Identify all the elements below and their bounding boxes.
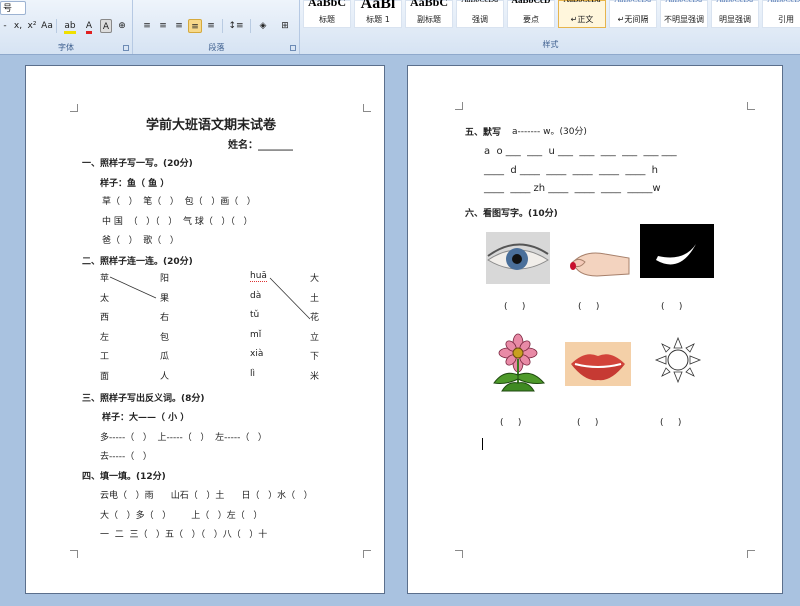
font-group-label: 字体 — [58, 43, 74, 52]
connect-line — [269, 277, 311, 320]
answer-blank: ( ) — [577, 418, 599, 428]
section4-row: 大（ ）多（ ） 上（ ）左（ ） — [100, 511, 263, 521]
align-left-icon[interactable]: ≡ — [140, 19, 154, 33]
moon-picture — [640, 224, 714, 278]
pinyin-row: ____ ____ zh ____ ____ ____ _____w — [484, 183, 661, 194]
style-2[interactable]: AaBl 标题 1 — [354, 0, 402, 28]
borders-icon[interactable]: ⊞ — [276, 19, 294, 33]
superscript-button[interactable]: x² — [26, 19, 38, 33]
subscript-button[interactable]: x, — [12, 19, 24, 33]
style-preview: AaBl — [360, 0, 396, 12]
line-spacing-icon[interactable]: ↕≡ — [226, 19, 246, 33]
crop-mark — [455, 102, 463, 110]
style-preview: AaBbCcDa — [763, 0, 800, 4]
style-name: 要点 — [523, 15, 539, 24]
style-8[interactable]: AaBbCcDa 不明显强调 — [660, 0, 708, 28]
char-shading-icon[interactable]: A — [100, 19, 112, 33]
styles-group-label: 样式 — [542, 40, 559, 49]
answer-blank: ( ) — [661, 302, 683, 312]
style-preview: AaBbC — [409, 0, 448, 9]
style-name: 不明显强调 — [664, 15, 704, 24]
font-size-box[interactable]: 号 — [0, 1, 26, 15]
style-name: 副标题 — [417, 15, 441, 24]
section6-heading: 六、看图写字。(10分) — [465, 209, 558, 219]
font-color-icon[interactable]: A — [82, 19, 96, 34]
style-name: 标题 1 — [366, 15, 390, 24]
style-10[interactable]: AaBbCcDa 引用 — [762, 0, 800, 28]
section4-heading: 四、填一填。(12分) — [82, 472, 166, 482]
distribute-icon[interactable]: ≡ — [204, 19, 218, 33]
style-preview: AaBbC — [307, 0, 346, 9]
answer-blank: ( ) — [500, 418, 522, 428]
style-preview: AaBbCcDa — [661, 0, 707, 4]
align-right-icon[interactable]: ≡ — [172, 19, 186, 33]
style-7[interactable]: AaBbCcDa ↵无间隔 — [609, 0, 657, 28]
flower-picture — [493, 333, 545, 392]
crop-mark — [747, 102, 755, 110]
answer-blank: ( ) — [578, 302, 600, 312]
style-name: 强调 — [472, 15, 488, 24]
style-name: ↵正文 — [570, 15, 594, 24]
crop-mark — [455, 550, 463, 558]
document-page-1[interactable]: 学前大班语文期末试卷 姓名：_______ 一、照样子写一写。(20分) 样子：… — [25, 65, 385, 594]
crop-mark — [747, 550, 755, 558]
connect-line — [109, 276, 157, 299]
section3-heading: 三、照样子写出反义词。(8分) — [82, 394, 205, 404]
style-preview: AaBbCcD — [511, 0, 551, 5]
style-name: 标题 — [319, 15, 335, 24]
font-group: 号 - x, x² Aa ab A A ⊕ 字体 — [0, 0, 133, 54]
document-page-2[interactable]: 五、默写 a------- w。(30分) a o ___ ___ u ___ … — [407, 65, 783, 594]
style-name: ↵无间隔 — [617, 15, 649, 24]
style-9[interactable]: AaBbCcDa 明显强调 — [711, 0, 759, 28]
shading-icon[interactable]: ◈ — [254, 19, 272, 33]
sun-picture — [654, 336, 702, 384]
style-5[interactable]: AaBbCcD 要点 — [507, 0, 555, 28]
enclose-char-icon[interactable]: ⊕ — [116, 19, 128, 33]
style-3[interactable]: AaBbC 副标题 — [405, 0, 453, 28]
change-case-button[interactable]: Aa — [40, 19, 54, 33]
pinyin-row: ____ d ____ ____ ____ ____ ____ h — [484, 165, 659, 176]
section4-row: 云电（ ）雨 山石（ ）土 日（ ）水（ ） — [100, 491, 313, 501]
styles-group: AaBbC标题AaBl标题 1AaBbC副标题AaBbCcDa强调AaBbCcD… — [301, 0, 800, 54]
eye-picture — [486, 232, 550, 284]
style-6[interactable]: AaBbCcDa ↵正文 — [558, 0, 606, 28]
paragraph-dialog-launcher[interactable] — [290, 45, 296, 51]
answer-blank: ( ) — [660, 418, 682, 428]
align-center-icon[interactable]: ≡ — [156, 19, 170, 33]
section5-heading: 五、默写 — [465, 128, 502, 138]
strikethrough-button[interactable]: - — [0, 19, 10, 33]
font-dialog-launcher[interactable] — [123, 45, 129, 51]
style-1[interactable]: AaBbC 标题 — [303, 0, 351, 28]
style-preview: AaBbCcDa — [610, 0, 656, 4]
style-preview: AaBbCcDa — [559, 0, 605, 4]
text-cursor — [482, 438, 483, 450]
paragraph-group: ≡ ≡ ≡ ≡ ≡ ↕≡ ◈ ⊞ 段落 — [134, 0, 300, 54]
ribbon: 号 - x, x² Aa ab A A ⊕ 字体 ≡ ≡ ≡ ≡ ≡ ↕≡ ◈ … — [0, 0, 800, 55]
pinyin-row: a o ___ ___ u ___ ___ ___ ___ ___ ___ — [484, 146, 677, 157]
answer-blank: ( ) — [504, 302, 526, 312]
highlight-icon[interactable]: ab — [60, 19, 80, 34]
style-4[interactable]: AaBbCcDa 强调 — [456, 0, 504, 28]
finger-picture — [570, 252, 630, 277]
paragraph-group-label: 段落 — [208, 43, 225, 52]
style-preview: AaBbCcDa — [712, 0, 758, 4]
section4-row: 一 二 三（ ）五（ ）（ ）八（ ）十 — [100, 530, 268, 540]
section3-row: 去-----（ ） — [100, 452, 152, 462]
section5-heading-rest: a------- w。(30分) — [512, 127, 587, 137]
section3-row: 多-----（ ） 上-----（ ） 左-----（ ） — [100, 433, 267, 443]
style-name: 引用 — [778, 15, 794, 24]
style-preview: AaBbCcDa — [457, 0, 503, 4]
justify-icon[interactable]: ≡ — [188, 19, 202, 33]
section3-example: 样子：大——（ 小 ） — [102, 413, 190, 423]
style-name: 明显强调 — [719, 15, 751, 24]
lips-picture — [565, 342, 631, 386]
